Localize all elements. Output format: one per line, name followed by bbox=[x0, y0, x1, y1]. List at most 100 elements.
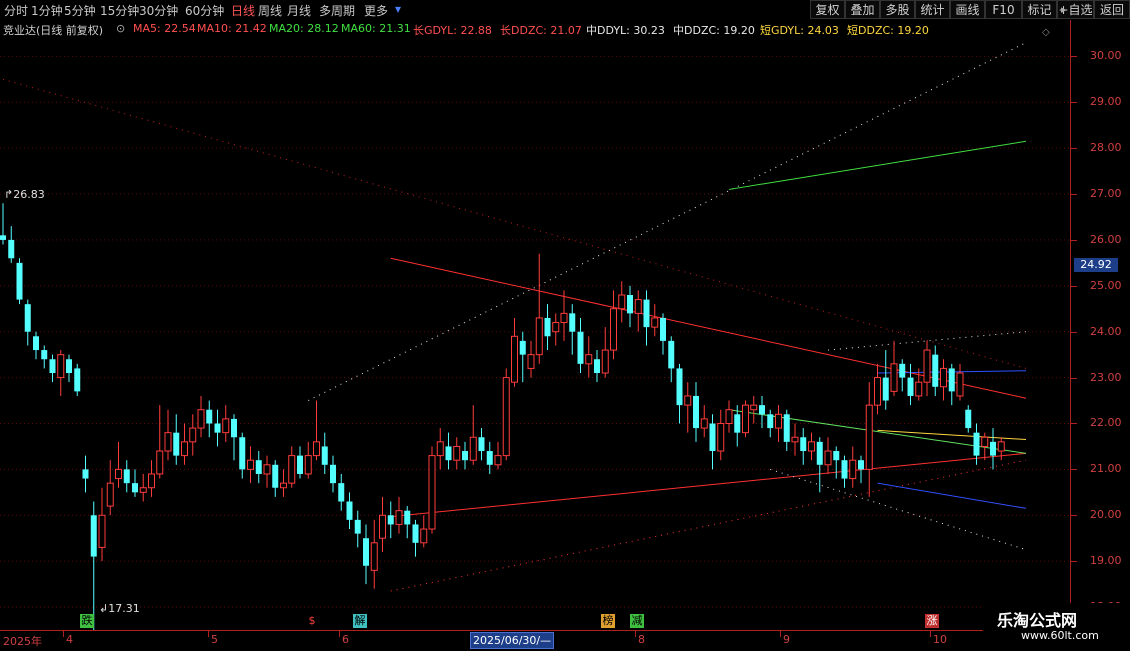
indicator-7: 中DDZC: 19.20 bbox=[673, 24, 755, 37]
toolbar-button-2[interactable]: 多股 bbox=[880, 0, 915, 19]
diamond-icon[interactable]: ◇ bbox=[1042, 27, 1050, 38]
candle-body bbox=[132, 483, 138, 493]
toolbar-button-4[interactable]: 画线 bbox=[950, 0, 985, 19]
trend-line-中DDZC bbox=[770, 468, 1027, 551]
candle-body bbox=[907, 377, 914, 396]
settings-circle-icon[interactable]: ⊙ bbox=[116, 22, 125, 35]
candle-body bbox=[24, 304, 31, 332]
candle-body bbox=[304, 455, 312, 475]
candle-body bbox=[115, 468, 122, 480]
scroll-right-icon[interactable]: ▸ bbox=[1061, 3, 1067, 16]
candle-body bbox=[709, 423, 716, 452]
candle-body bbox=[940, 367, 947, 388]
candle-body bbox=[330, 464, 336, 484]
toolbar-button-3[interactable]: 统计 bbox=[915, 0, 950, 19]
candle-body bbox=[263, 464, 271, 475]
toolbar-button-5[interactable]: F10 bbox=[985, 0, 1022, 19]
tick-mark bbox=[1071, 377, 1077, 379]
event-marker[interactable]: 涨 bbox=[925, 614, 939, 628]
candle-body bbox=[346, 501, 353, 520]
kline-chart[interactable] bbox=[0, 38, 1070, 630]
candle-body bbox=[552, 322, 560, 333]
candle-body bbox=[808, 441, 815, 452]
watermark-name: 乐淘公式网 bbox=[997, 611, 1078, 630]
candle-body bbox=[717, 422, 725, 452]
candle-body bbox=[759, 405, 765, 415]
period-tab-9[interactable]: 多周期 bbox=[319, 2, 355, 19]
low-price-label: ↲17.31 bbox=[99, 602, 140, 615]
toolbar-button-1[interactable]: 叠加 bbox=[845, 0, 880, 19]
month-label: 9 bbox=[783, 633, 790, 646]
toolbar-button-8[interactable]: 返回 bbox=[1094, 0, 1130, 19]
candle-body bbox=[791, 436, 799, 443]
stock-title: 竞业达(日线 前复权) bbox=[3, 24, 104, 37]
event-marker[interactable]: 跌 bbox=[80, 614, 94, 628]
candle-body bbox=[693, 395, 699, 429]
candle-body bbox=[173, 432, 180, 456]
candle-body bbox=[610, 308, 617, 351]
candle-body bbox=[8, 239, 15, 259]
candle-body bbox=[428, 455, 436, 530]
candle-body bbox=[544, 317, 551, 337]
candle-body bbox=[627, 294, 633, 314]
tick-mark bbox=[1071, 423, 1077, 425]
candle-body bbox=[594, 359, 600, 374]
period-tab-2[interactable]: 5分钟 bbox=[64, 2, 96, 19]
price-tick: 29.00 bbox=[1090, 95, 1122, 109]
candle-body bbox=[560, 312, 568, 324]
event-marker[interactable]: 榜 bbox=[601, 614, 615, 628]
candle-body bbox=[990, 441, 996, 456]
candle-body bbox=[734, 414, 741, 433]
toolbar-button-0[interactable]: 复权 bbox=[810, 0, 845, 19]
period-tab-6[interactable]: 日线 bbox=[231, 2, 255, 19]
event-marker[interactable]: $ bbox=[305, 614, 319, 628]
candle-body bbox=[74, 368, 81, 392]
indicator-3: MA60: 21.31 bbox=[341, 22, 411, 35]
period-tab-4[interactable]: 30分钟 bbox=[139, 2, 178, 19]
candle-body bbox=[676, 368, 683, 406]
indicator-0: MA5: 22.54 bbox=[133, 22, 196, 35]
tick-mark bbox=[1071, 285, 1077, 287]
month-label: 6 bbox=[342, 633, 349, 646]
period-tab-1[interactable]: 1分钟 bbox=[31, 2, 63, 19]
indicator-6: 中DDYL: 30.23 bbox=[586, 24, 665, 37]
current-price-label: 24.92 bbox=[1074, 258, 1118, 272]
event-marker[interactable]: 减 bbox=[630, 614, 644, 628]
period-tab-7[interactable]: 周线 bbox=[258, 2, 282, 19]
period-tab-3[interactable]: 15分钟 bbox=[100, 2, 139, 19]
period-tab-5[interactable]: 60分钟 bbox=[185, 2, 224, 19]
candle-body bbox=[288, 455, 296, 484]
price-tick: 26.00 bbox=[1090, 232, 1122, 246]
period-tab-10[interactable]: 更多 bbox=[364, 2, 388, 19]
candle-body bbox=[231, 418, 237, 438]
candle-body bbox=[577, 331, 584, 364]
candle-body bbox=[997, 441, 1005, 452]
candle-body bbox=[965, 409, 972, 429]
indicator-5: 长DDZC: 21.07 bbox=[500, 24, 582, 37]
trend-line-MA20 bbox=[728, 140, 1027, 190]
candle-body bbox=[874, 377, 881, 406]
candle-body bbox=[775, 413, 782, 429]
candle-body bbox=[453, 445, 461, 461]
high-price-label: ↱26.83 bbox=[4, 188, 45, 201]
toolbar-button-6[interactable]: 标记 bbox=[1022, 0, 1057, 19]
candle-body bbox=[494, 455, 502, 466]
period-tab-0[interactable]: 分时 bbox=[4, 2, 28, 19]
candle-body bbox=[767, 414, 774, 429]
indicator-8: 短GDYL: 24.03 bbox=[760, 24, 839, 37]
candle-body bbox=[956, 372, 964, 397]
indicator-1: MA10: 21.42 bbox=[197, 22, 267, 35]
candle-body bbox=[841, 460, 848, 479]
candle-body bbox=[660, 317, 666, 341]
period-tab-8[interactable]: 月线 bbox=[287, 2, 311, 19]
month-divider bbox=[63, 631, 64, 637]
trend-line-short-blue-bottom bbox=[877, 482, 1027, 509]
low-price-value: 17.31 bbox=[108, 602, 140, 615]
month-divider bbox=[635, 631, 636, 637]
more-chevron-icon[interactable]: ▾ bbox=[395, 2, 401, 16]
candle-body bbox=[49, 359, 56, 374]
tick-mark bbox=[1071, 56, 1077, 58]
candle-body bbox=[684, 395, 692, 406]
event-marker[interactable]: 解 bbox=[353, 614, 367, 628]
indicator-4: 长GDYL: 22.88 bbox=[413, 24, 492, 37]
